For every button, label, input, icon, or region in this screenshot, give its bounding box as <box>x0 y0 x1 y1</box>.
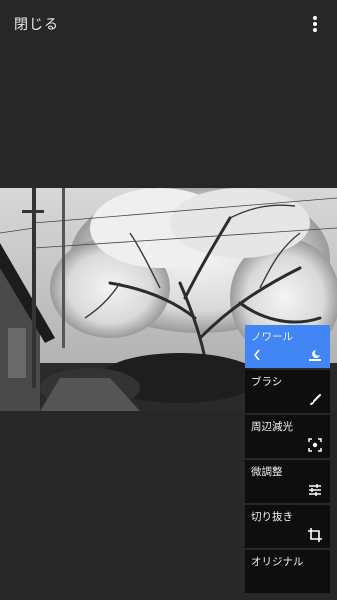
crop-icon <box>308 528 322 542</box>
menu-item-label: 切り抜き <box>251 511 293 523</box>
vignette-icon <box>308 438 322 452</box>
menu-item-label: オリジナル <box>251 556 304 568</box>
more-vert-icon[interactable] <box>307 14 323 34</box>
menu-item-brush[interactable]: ブラシ <box>245 370 330 413</box>
menu-item-original[interactable]: オリジナル <box>245 550 330 593</box>
menu-item-vignette[interactable]: 周辺減光 <box>245 415 330 458</box>
menu-item-label: 微調整 <box>251 466 283 478</box>
noir-icon <box>309 350 321 361</box>
menu-item-label: ノワール <box>251 331 293 343</box>
menu-item-noir[interactable]: ノワール <box>245 325 330 368</box>
menu-item-label: 周辺減光 <box>251 421 293 433</box>
menu-item-label: ブラシ <box>251 376 283 388</box>
tune-icon <box>309 484 321 496</box>
menu-item-crop[interactable]: 切り抜き <box>245 505 330 548</box>
menu-item-tune[interactable]: 微調整 <box>245 460 330 503</box>
chevron-left-icon[interactable] <box>252 348 262 362</box>
filter-menu: ノワール ブラシ 周辺減光 微調整 切り抜き オリジナル <box>245 325 330 595</box>
close-button[interactable]: 閉じる <box>14 14 59 34</box>
top-bar: 閉じる <box>0 0 337 50</box>
brush-icon <box>310 394 321 405</box>
